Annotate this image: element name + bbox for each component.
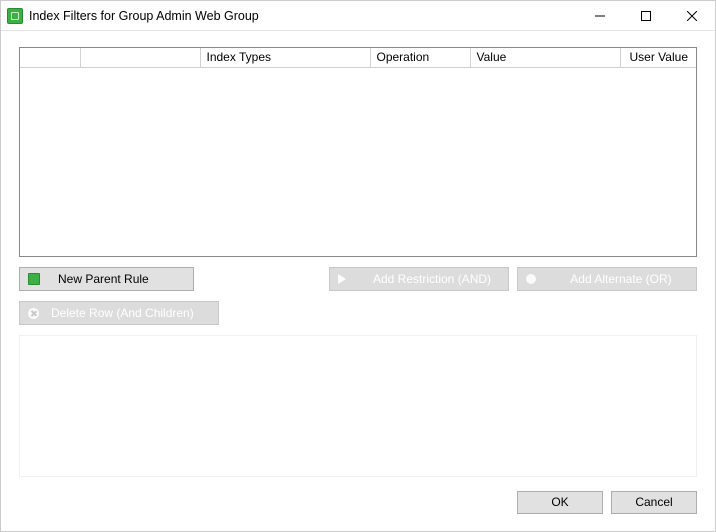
- window-title: Index Filters for Group Admin Web Group: [29, 9, 577, 23]
- play-icon: [338, 274, 346, 284]
- col-blank-1[interactable]: [20, 48, 80, 67]
- add-restriction-label: Add Restriction (AND): [364, 272, 500, 286]
- col-blank-2[interactable]: [80, 48, 200, 67]
- col-index-types[interactable]: Index Types: [200, 48, 370, 67]
- delete-icon: [28, 308, 39, 319]
- new-rule-icon: [28, 273, 40, 285]
- new-parent-rule-label: New Parent Rule: [58, 272, 185, 286]
- add-alternate-label: Add Alternate (OR): [554, 272, 688, 286]
- dialog-window: Index Filters for Group Admin Web Group: [0, 0, 716, 532]
- ok-label: OK: [551, 495, 568, 509]
- col-value[interactable]: Value: [470, 48, 620, 67]
- ok-button[interactable]: OK: [517, 491, 603, 514]
- delete-row-label: Delete Row (And Children): [51, 306, 210, 320]
- close-icon: [687, 11, 697, 21]
- maximize-button[interactable]: [623, 1, 669, 30]
- add-restriction-button: Add Restriction (AND): [329, 267, 509, 291]
- window-controls: [577, 1, 715, 30]
- table-header-row: Index Types Operation Value User Value: [20, 48, 696, 67]
- toolbar-spacer: [202, 267, 321, 291]
- add-alternate-button: Add Alternate (OR): [517, 267, 697, 291]
- dialog-content: Index Types Operation Value User Value N…: [1, 31, 715, 487]
- cancel-button[interactable]: Cancel: [611, 491, 697, 514]
- rules-grid[interactable]: Index Types Operation Value User Value: [19, 47, 697, 257]
- col-user-value[interactable]: User Value: [620, 48, 696, 67]
- details-panel: [19, 335, 697, 477]
- rule-toolbar-row2: Delete Row (And Children): [19, 301, 697, 325]
- rules-table: Index Types Operation Value User Value: [20, 48, 696, 68]
- maximize-icon: [641, 11, 651, 21]
- app-icon: [7, 8, 23, 24]
- delete-row-button: Delete Row (And Children): [19, 301, 219, 325]
- minimize-button[interactable]: [577, 1, 623, 30]
- circle-icon: [526, 274, 536, 284]
- minimize-icon: [595, 11, 605, 21]
- cancel-label: Cancel: [635, 495, 672, 509]
- dialog-footer: OK Cancel: [1, 487, 715, 531]
- title-bar: Index Filters for Group Admin Web Group: [1, 1, 715, 31]
- new-parent-rule-button[interactable]: New Parent Rule: [19, 267, 194, 291]
- close-button[interactable]: [669, 1, 715, 30]
- rule-toolbar: New Parent Rule Add Restriction (AND) Ad…: [19, 267, 697, 291]
- col-operation[interactable]: Operation: [370, 48, 470, 67]
